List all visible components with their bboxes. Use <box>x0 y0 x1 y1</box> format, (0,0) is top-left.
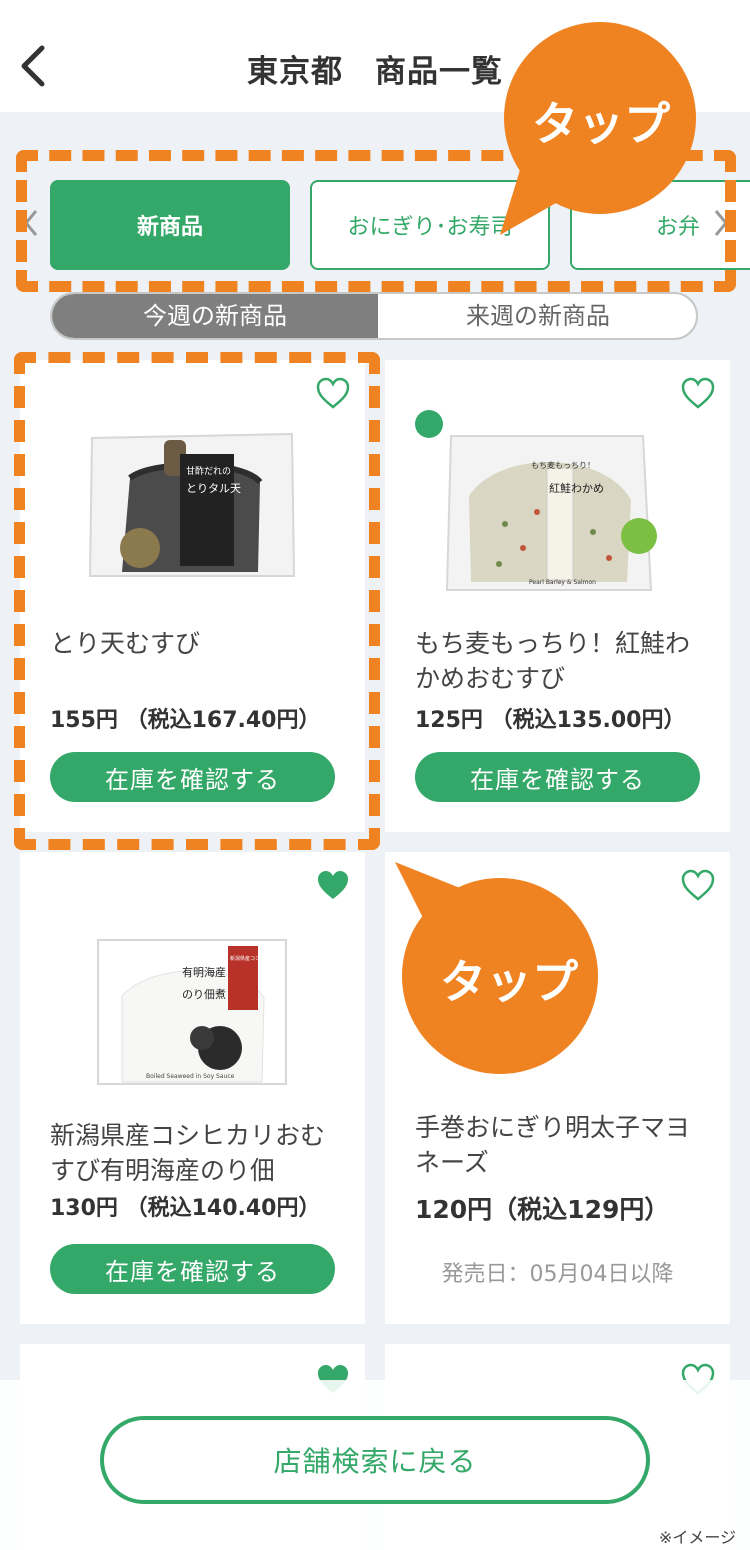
next-week-option[interactable]: 来週の新商品 <box>378 294 696 338</box>
tap-label: タップ <box>532 97 670 151</box>
product-name: 新潟県産コシヒカリおむすび有明海産のり佃 <box>50 1121 326 1185</box>
check-stock-button[interactable]: 在庫を確認する <box>50 1244 335 1294</box>
heart-outline-icon[interactable] <box>680 376 716 410</box>
package-text: Boiled Seaweed in Soy Sauce <box>146 1073 235 1080</box>
package-text: 紅鮭わかめ <box>549 481 604 495</box>
product-name: 手巻おにぎり明太子マヨネーズ <box>415 1113 691 1177</box>
product-name: もち麦もっちり！紅鮭わかめおむすび <box>415 629 691 693</box>
package-text: のり佃煮 <box>182 988 226 1001</box>
product-image: 有明海産 のり佃煮 新潟県産コシヒカリ使用 Boiled Seaweed in … <box>97 939 287 1085</box>
tap-label: タップ <box>440 955 578 1009</box>
package-text: もち麦もっちり！ <box>531 460 595 470</box>
product-price: 125円 （税込135.00円） <box>415 708 686 733</box>
release-date: 発売日：05月04日以降 <box>441 1262 674 1287</box>
image-note: ※イメージ <box>658 1528 736 1547</box>
product-card[interactable]: 有明海産 のり佃煮 新潟県産コシヒカリ使用 Boiled Seaweed in … <box>20 852 365 1324</box>
card-highlight-frame <box>14 352 380 850</box>
back-to-store-search-button[interactable]: 店舗検索に戻る <box>100 1416 650 1504</box>
package-text: 有明海産 <box>182 965 226 979</box>
heart-outline-icon[interactable] <box>680 868 716 902</box>
check-stock-button[interactable]: 在庫を確認する <box>415 752 700 802</box>
week-toggle: 今週の新商品 来週の新商品 <box>50 292 698 340</box>
product-price: 120円（税込129円） <box>415 1195 670 1224</box>
package-text: Pearl Barley & Salmon <box>529 579 596 586</box>
product-image: もち麦もっちり！ 紅鮭わかめ Pearl Barley & Salmon <box>415 410 657 591</box>
product-price: 130円 （税込140.40円） <box>50 1196 321 1221</box>
product-card[interactable]: もち麦もっちり！ 紅鮭わかめ Pearl Barley & Salmon もち麦… <box>385 360 730 832</box>
package-text: 新潟県産コシヒカリ使用 <box>230 955 285 962</box>
this-week-option[interactable]: 今週の新商品 <box>52 294 378 338</box>
heart-filled-icon[interactable] <box>315 868 351 902</box>
